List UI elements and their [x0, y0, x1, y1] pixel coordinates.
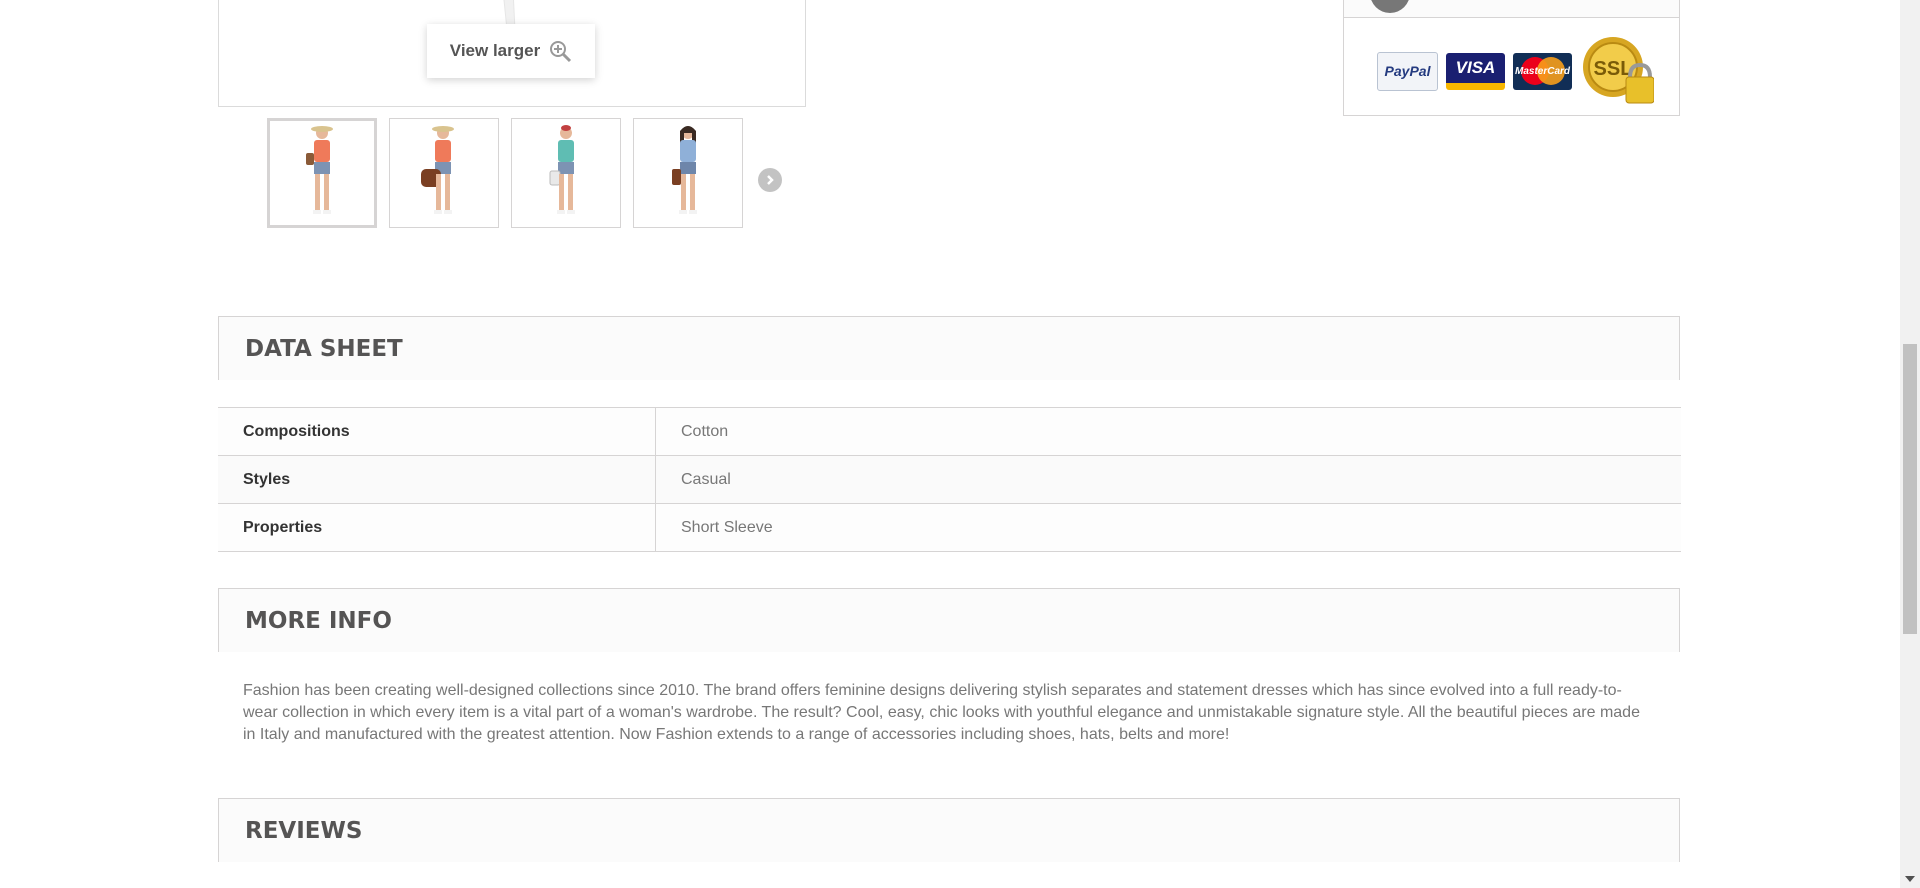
reviews-title: REVIEWS	[245, 817, 363, 844]
model-photo	[306, 126, 333, 214]
data-sheet-heading: DATA SHEET	[218, 316, 1680, 380]
data-sheet-key: Compositions	[218, 407, 656, 456]
data-sheet-value: Cotton	[655, 407, 1681, 456]
table-row: Styles Casual	[218, 455, 1681, 504]
thumbnail-2[interactable]	[389, 118, 499, 228]
paypal-logo: PayPal	[1377, 51, 1438, 91]
page-scrollbar[interactable]	[1900, 0, 1920, 888]
scrollbar-thumb[interactable]	[1903, 344, 1917, 634]
model-photo	[672, 126, 697, 214]
data-sheet-table: Compositions Cotton Styles Casual Proper…	[218, 407, 1681, 552]
product-main-image[interactable]: View larger	[218, 0, 806, 107]
chevron-right-icon	[767, 175, 774, 185]
more-info-heading: MORE INFO	[218, 588, 1680, 652]
thumbnails-next-button[interactable]	[758, 168, 782, 192]
thumbnail-list	[267, 118, 743, 231]
zoom-in-icon	[550, 41, 572, 63]
model-photo	[421, 126, 454, 214]
payment-methods-box: PayPal VISA MasterCard SSL	[1343, 0, 1680, 116]
view-larger-button[interactable]: View larger	[427, 24, 595, 78]
thumbnail-4[interactable]	[633, 118, 743, 228]
more-info-description: Fashion has been creating well-designed …	[243, 682, 1640, 743]
data-sheet-title: DATA SHEET	[245, 335, 403, 362]
payment-box-header	[1344, 0, 1679, 18]
data-sheet-key: Properties	[218, 503, 656, 552]
ssl-label: SSL	[1594, 58, 1633, 80]
reviews-heading[interactable]: REVIEWS	[218, 798, 1680, 862]
thumbnail-3[interactable]	[511, 118, 621, 228]
view-larger-label: View larger	[449, 41, 541, 60]
data-sheet-value: Casual	[655, 455, 1681, 504]
payment-cards: PayPal VISA MasterCard SSL	[1377, 35, 1654, 107]
mastercard-label: MasterCard	[1514, 65, 1571, 77]
thumbnail-1[interactable]	[267, 118, 377, 228]
model-photo	[549, 125, 575, 214]
data-sheet-key: Styles	[218, 455, 656, 504]
table-row: Properties Short Sleeve	[218, 503, 1681, 552]
circle-icon	[1370, 0, 1410, 13]
data-sheet-value: Short Sleeve	[655, 503, 1681, 552]
table-row: Compositions Cotton	[218, 407, 1681, 456]
ssl-lock-icon: SSL	[1583, 37, 1654, 104]
mastercard-logo: MasterCard	[1513, 52, 1572, 90]
visa-logo: VISA	[1446, 52, 1505, 90]
more-info-title: MORE INFO	[245, 607, 392, 634]
scroll-down-arrow-icon[interactable]	[1905, 876, 1915, 882]
